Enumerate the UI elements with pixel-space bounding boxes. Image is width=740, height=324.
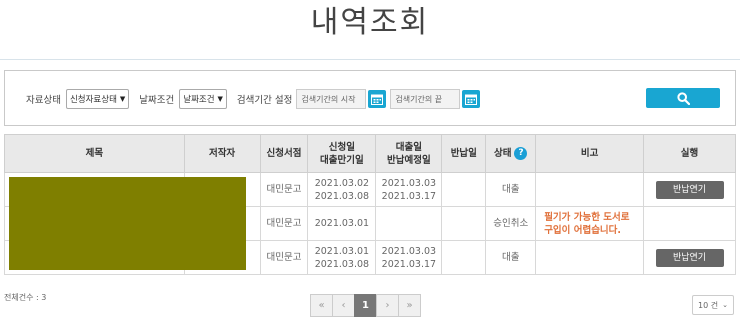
first-page-button[interactable]: « [310,294,333,317]
start-date-input[interactable]: 검색기간의 시작 [296,89,367,109]
chevron-down-icon: ▼ [119,95,126,103]
col-action: 실행 [643,134,736,173]
next-page-button[interactable]: › [376,294,399,317]
col-apply-date: 신청일 대출만기일 [307,134,377,173]
search-button[interactable] [646,88,720,108]
note-cell: 필기가 가능한 도서로 구입이 어렵습니다. [535,206,644,241]
chevron-down-icon: ▼ [217,95,223,103]
per-page-select[interactable]: 10 건 ⌄ [692,295,734,315]
note-cell [535,240,644,275]
date-condition-label: 날짜조건 [139,95,175,106]
current-page-button[interactable]: 1 [354,294,377,317]
date-condition-select[interactable]: 날짜조건 ▼ [179,89,227,109]
calendar-icon[interactable] [368,90,387,108]
store-cell: 대민문고 [259,240,309,275]
status-select[interactable]: 신청자료상태 ▼ [65,89,130,109]
loan-date-cell [375,206,443,241]
period-label: 검색기간 설정 [236,95,293,106]
action-cell: 반납연기 [643,172,736,207]
note-cell [535,172,644,207]
total-count: 전체건수 : 3 [4,293,47,302]
last-page-button[interactable]: » [398,294,421,317]
redacted-block [9,177,246,270]
return-date-cell [441,206,487,241]
return-date-cell [441,172,487,207]
end-date-input[interactable]: 검색기간의 끝 [390,89,461,109]
status-cell: 대출 [485,172,537,207]
search-filter-panel: 자료상태 신청자료상태 ▼ 날짜조건 날짜조건 ▼ 검색기간 설정 검색기간의 시작… [4,70,736,126]
action-cell [643,206,736,241]
apply-date-cell: 2021.03.01 2021.03.08 [307,240,377,275]
loan-date-cell: 2021.03.03 2021.03.17 [375,240,443,275]
help-icon[interactable]: ? [514,147,528,160]
apply-date-cell: 2021.03.01 [307,206,377,241]
loan-date-cell: 2021.03.03 2021.03.17 [375,172,443,207]
action-cell: 반납연기 [643,240,736,275]
status-filter-label: 자료상태 [26,95,61,106]
page-title: 내역조회 [0,0,740,60]
pagination: « ‹ 1 › » [310,294,421,317]
table-header-row: 제목 저작자 신청서점 신청일 대출만기일 대출일 반납예정일 반납일 상태? 비고… [4,134,736,173]
col-author: 저작자 [183,134,261,173]
chevron-down-icon: ⌄ [722,301,728,309]
status-cell: 대출 [485,240,537,275]
col-store: 신청서점 [259,134,309,173]
status-cell: 승인취소 [485,206,537,241]
extend-return-button[interactable]: 반납연기 [655,180,724,199]
store-cell: 대민문고 [259,172,309,207]
col-loan-date: 대출일 반납예정일 [375,134,443,173]
col-title: 제목 [4,134,185,173]
col-return-date: 반납일 [441,134,487,173]
apply-date-cell: 2021.03.02 2021.03.08 [307,172,377,207]
return-date-cell [441,240,487,275]
col-note: 비고 [535,134,644,173]
extend-return-button[interactable]: 반납연기 [655,248,724,267]
calendar-icon[interactable] [462,90,481,108]
col-status: 상태? [485,134,537,173]
search-icon [676,91,690,105]
store-cell: 대민문고 [259,206,309,241]
prev-page-button[interactable]: ‹ [332,294,355,317]
